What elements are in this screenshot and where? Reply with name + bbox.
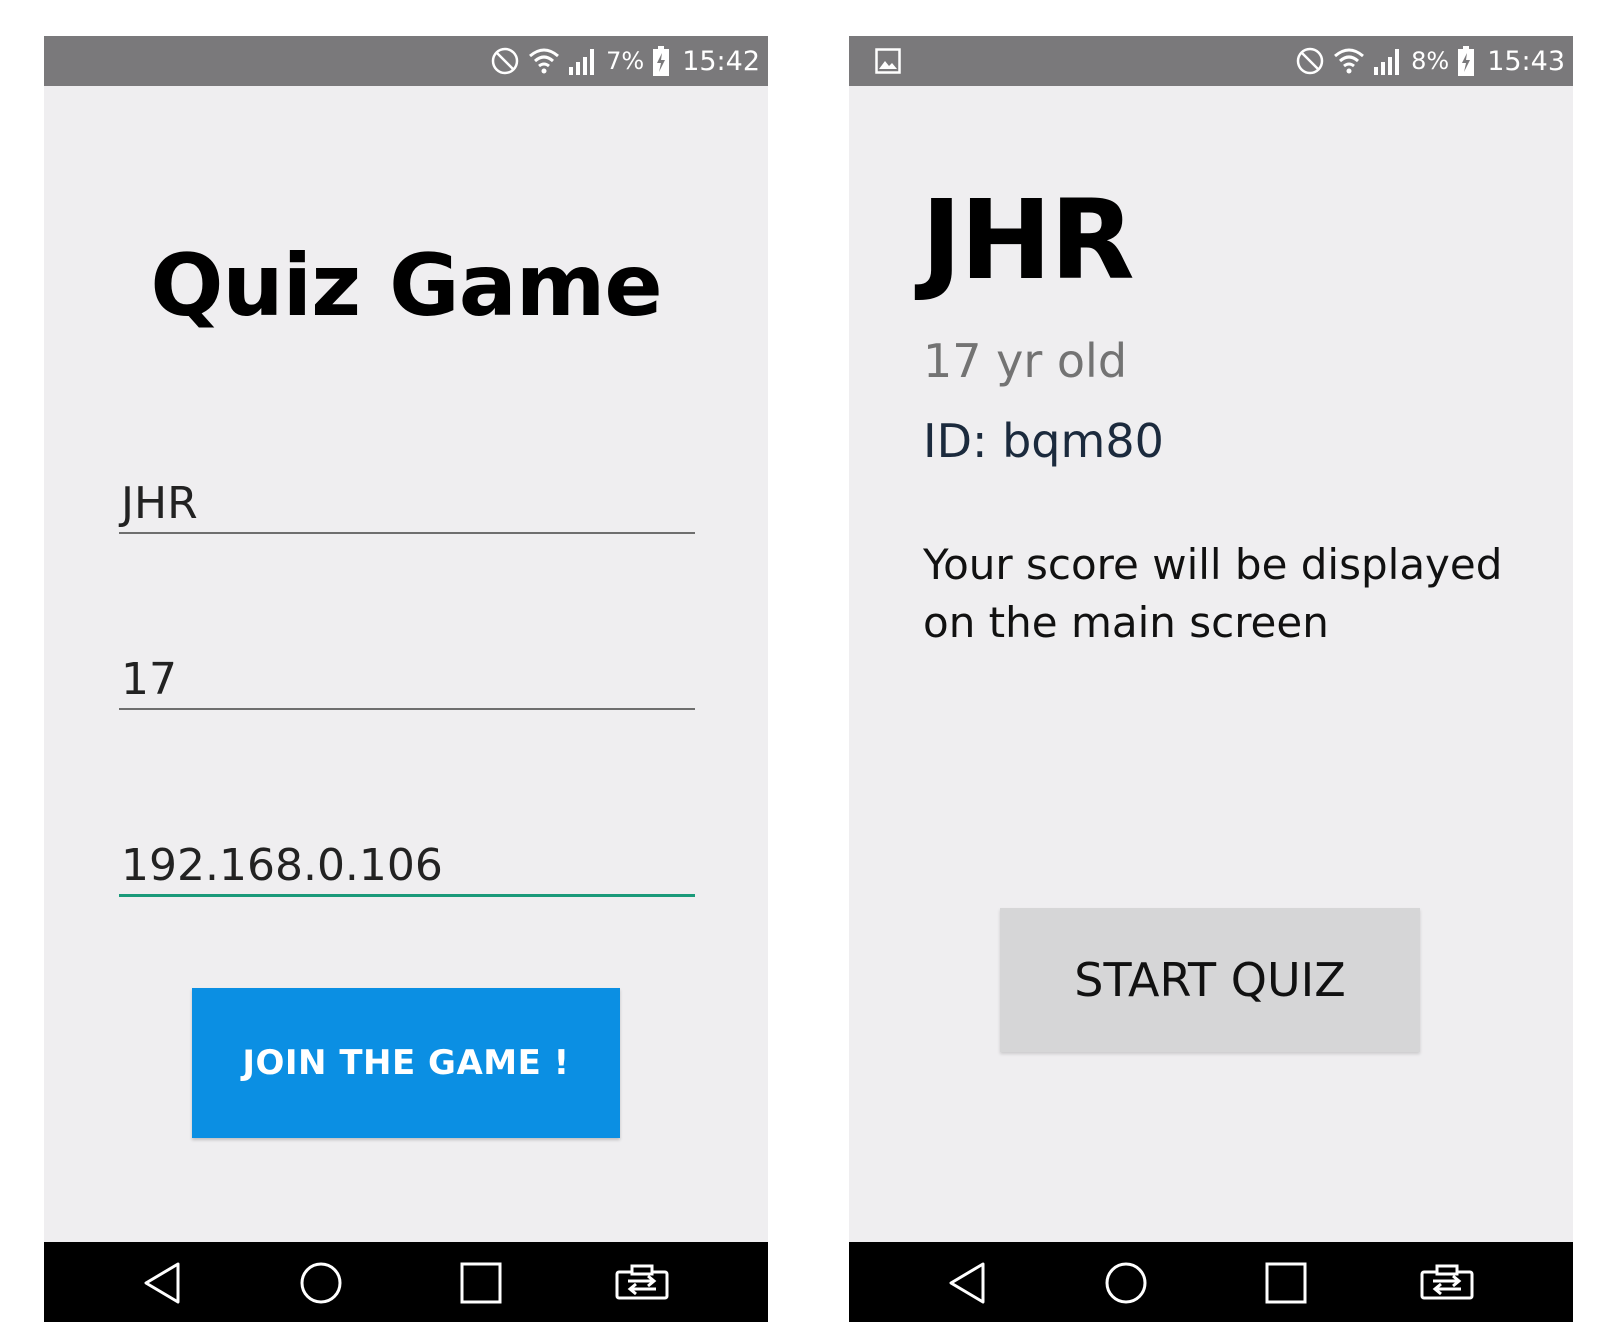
- back-icon[interactable]: [945, 1260, 991, 1306]
- recents-icon[interactable]: [458, 1260, 504, 1306]
- join-game-button[interactable]: JOIN THE GAME !: [192, 988, 620, 1138]
- status-time: 15:43: [1487, 45, 1565, 77]
- wifi-icon: [529, 48, 560, 74]
- start-quiz-button[interactable]: START QUIZ: [1000, 908, 1420, 1052]
- wifi-icon: [1334, 48, 1365, 74]
- player-name: JHR: [921, 176, 1135, 304]
- age-input[interactable]: 17: [119, 652, 695, 710]
- home-icon[interactable]: [298, 1260, 344, 1306]
- status-time: 15:42: [682, 45, 760, 77]
- status-icons: 8% 15:43: [1295, 36, 1565, 86]
- battery-charging-icon: [653, 46, 670, 76]
- home-icon[interactable]: [1103, 1260, 1149, 1306]
- screen-mirror-icon[interactable]: [1419, 1260, 1475, 1306]
- image-notification-icon: [875, 48, 901, 74]
- ip-address-input[interactable]: 192.168.0.106: [119, 838, 695, 897]
- battery-charging-icon: [1458, 46, 1475, 76]
- status-bar: 8% 15:43: [849, 36, 1573, 86]
- status-bar: 7% 15:42: [44, 36, 768, 86]
- waiting-screen: 8% 15:43 JHR 17 yr old ID: bqm80 Your sc…: [849, 36, 1573, 1322]
- back-icon[interactable]: [140, 1260, 186, 1306]
- page-title: Quiz Game: [150, 236, 662, 336]
- navigation-bar: [849, 1242, 1573, 1322]
- battery-percent: 8%: [1411, 47, 1450, 75]
- do-not-disturb-icon: [491, 47, 519, 75]
- navigation-bar: [44, 1242, 768, 1322]
- signal-icon: [1374, 49, 1400, 75]
- player-age: 17 yr old: [923, 334, 1128, 388]
- battery-percent: 7%: [606, 47, 645, 75]
- do-not-disturb-icon: [1296, 47, 1324, 75]
- screen-mirror-icon[interactable]: [614, 1260, 670, 1306]
- join-screen: 7% 15:42 Quiz Game JHR 17 192.168.0.106 …: [44, 36, 768, 1322]
- signal-icon: [569, 49, 595, 75]
- name-input[interactable]: JHR: [119, 476, 695, 534]
- status-icons: 7% 15:42: [490, 36, 760, 86]
- player-id: ID: bqm80: [923, 414, 1164, 468]
- recents-icon[interactable]: [1263, 1260, 1309, 1306]
- score-message: Your score will be displayed on the main…: [923, 540, 1503, 647]
